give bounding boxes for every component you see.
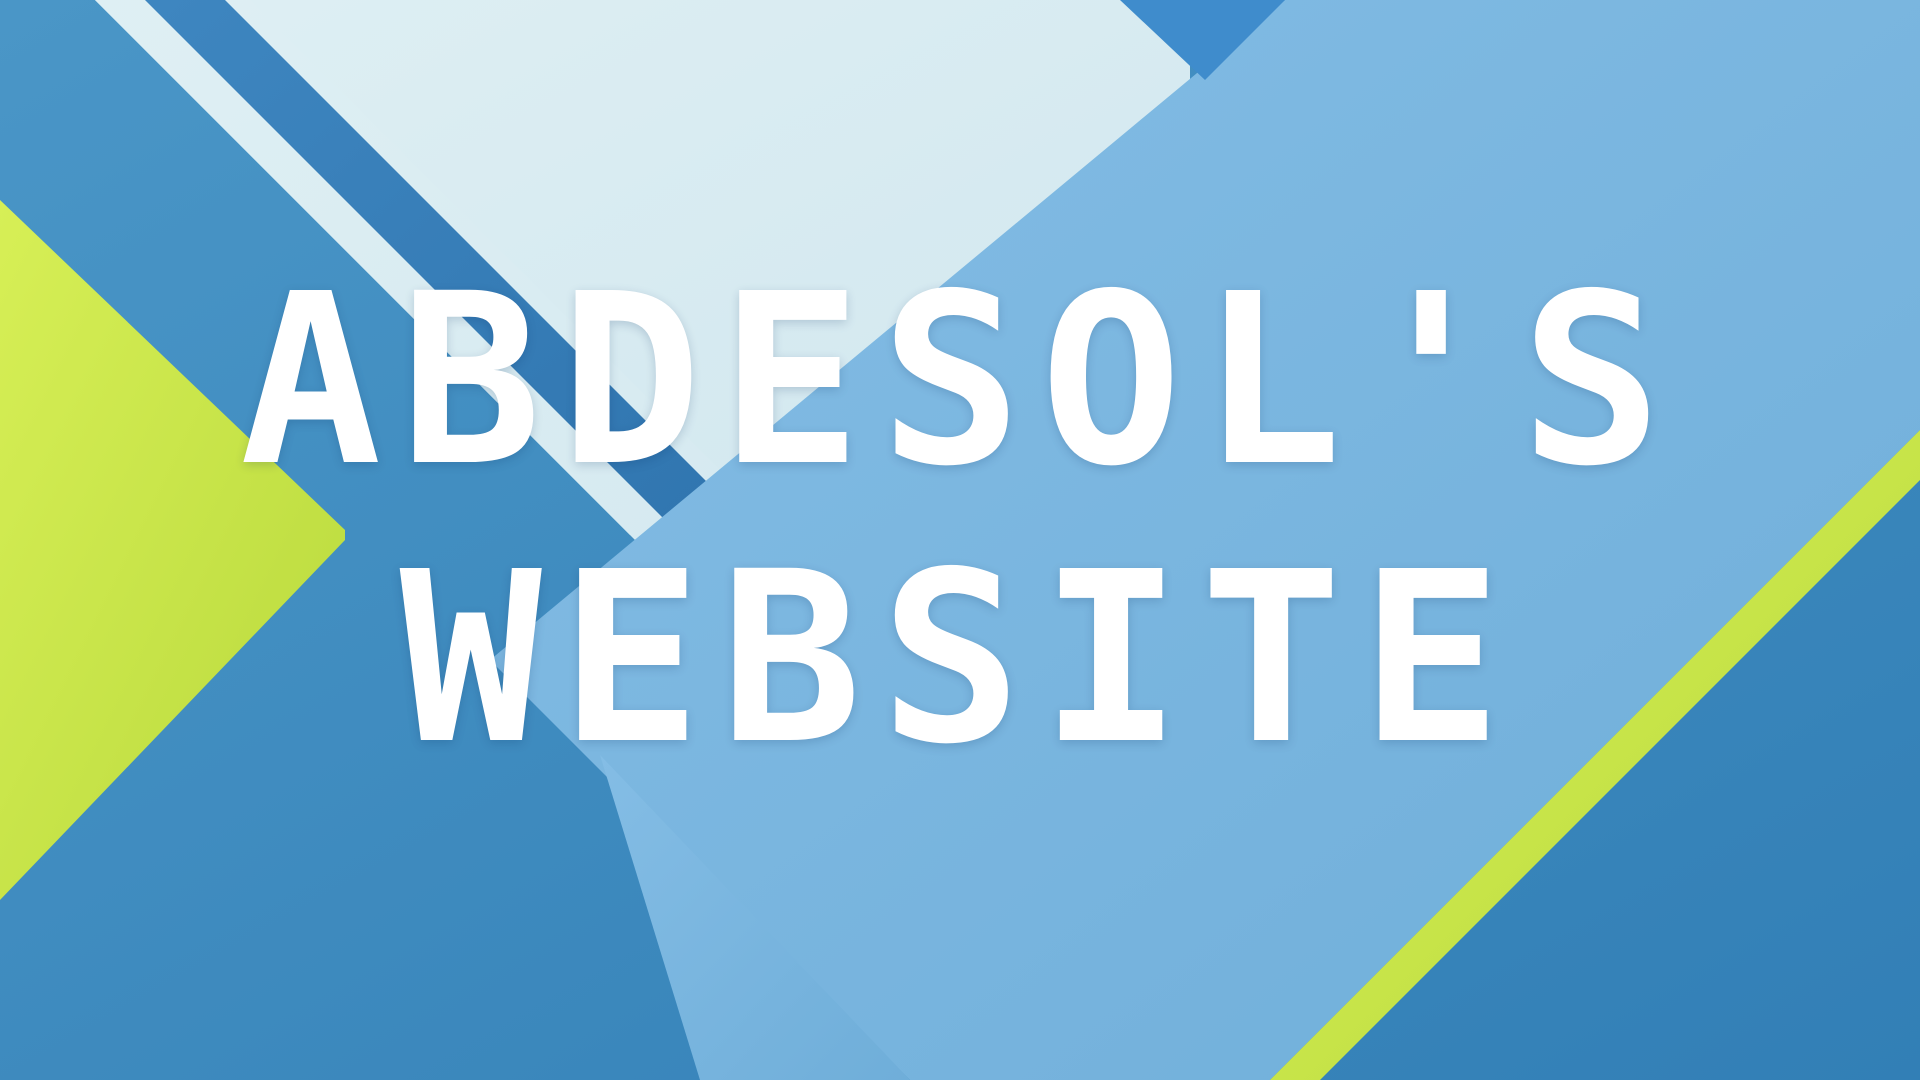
hero-section: ABDESOL'S WEBSITE bbox=[0, 0, 1920, 1080]
site-title: ABDESOL'S WEBSITE bbox=[240, 242, 1681, 799]
site-title-line-1: ABDESOL'S bbox=[239, 242, 1681, 518]
hero-page: ABDESOL'S WEBSITE bbox=[0, 0, 1920, 1080]
site-title-line-2: WEBSITE bbox=[399, 521, 1521, 796]
